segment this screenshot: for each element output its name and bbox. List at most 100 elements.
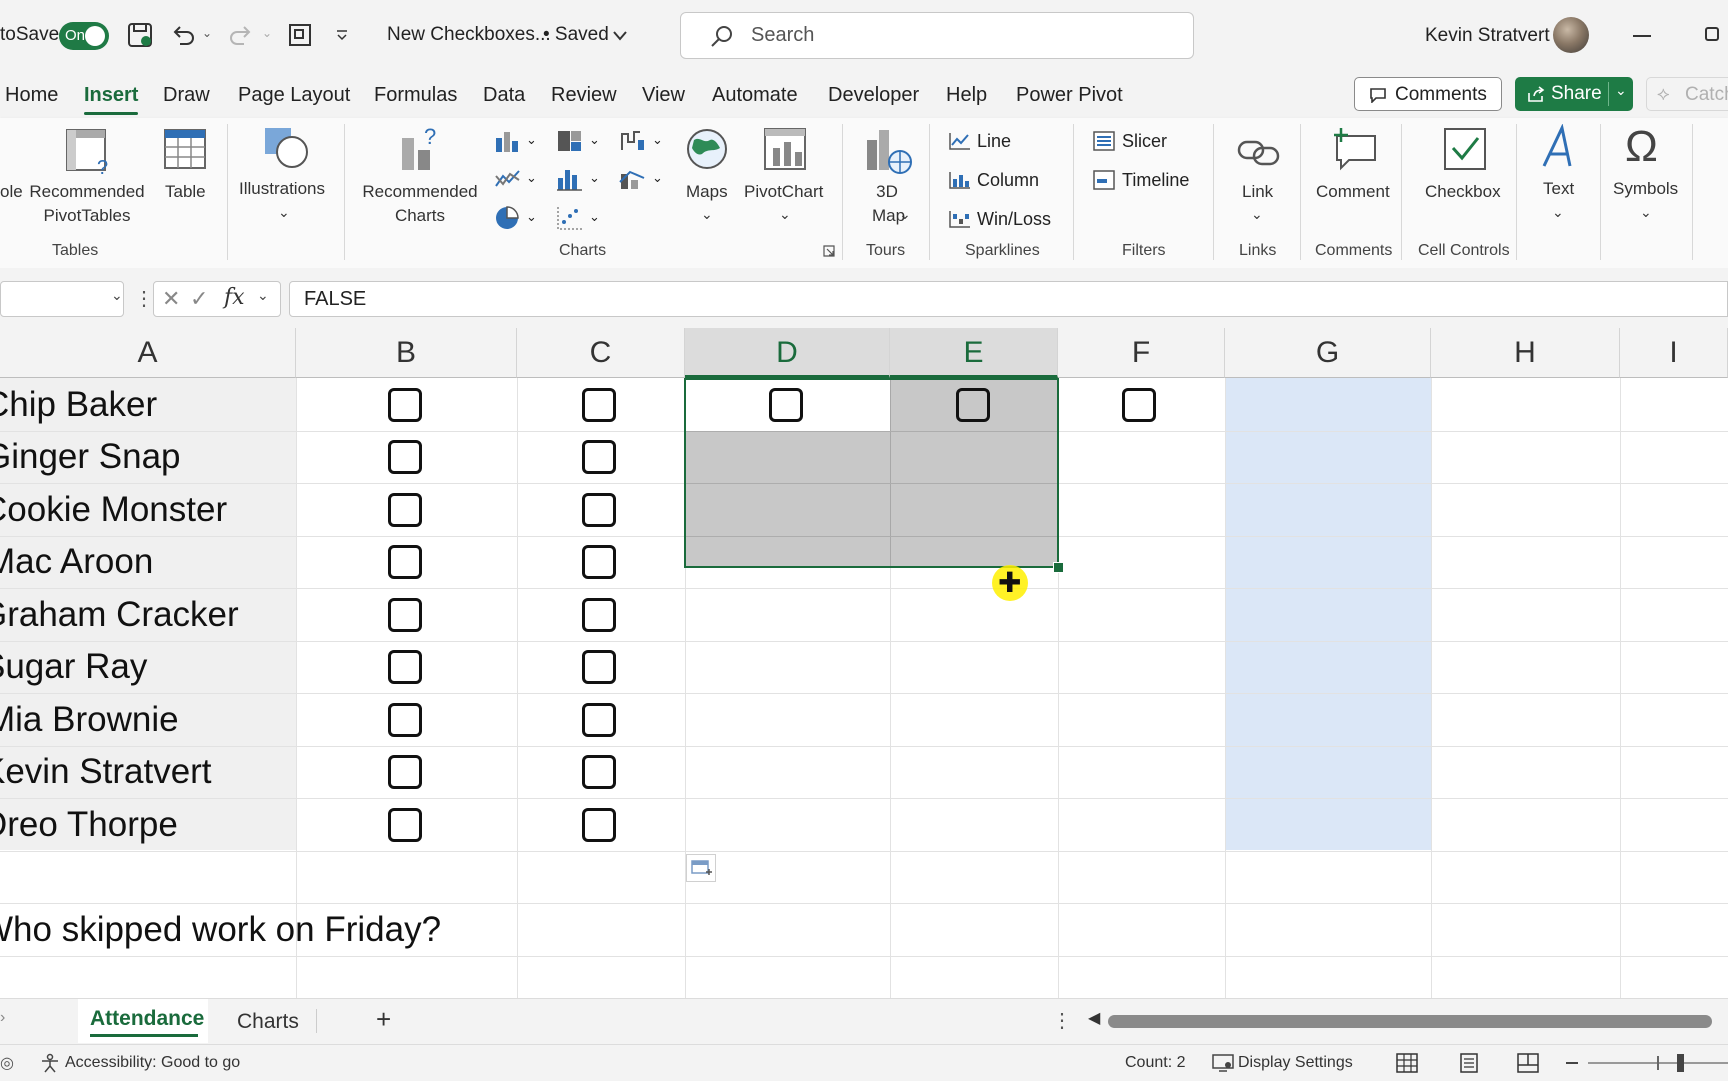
cell-a3-name[interactable]: Cookie Monster (0, 490, 227, 530)
combo-chart-dropdown-icon[interactable]: ⌄ (652, 170, 663, 186)
cell-a6-name[interactable]: Sugar Ray (0, 647, 147, 687)
save-status[interactable]: • Saved (543, 24, 609, 46)
sparkline-column-icon[interactable] (948, 170, 972, 190)
tab-help[interactable]: Help (946, 84, 987, 107)
autosave-toggle[interactable]: On (59, 22, 109, 50)
page-layout-view-icon[interactable] (1458, 1053, 1480, 1073)
column-header-f[interactable]: F (1058, 328, 1225, 378)
enter-icon[interactable]: ✓ (190, 286, 208, 312)
display-settings-button[interactable]: Display Settings (1238, 1054, 1353, 1072)
tab-page-layout[interactable]: Page Layout (238, 84, 350, 107)
line-chart-icon[interactable] (493, 166, 523, 192)
question-text[interactable]: Who skipped work on Friday? (0, 910, 441, 950)
checkbox-b5[interactable] (388, 598, 422, 632)
page-break-view-icon[interactable] (1517, 1053, 1539, 1073)
table-icon[interactable] (163, 128, 207, 172)
3d-map-dropdown-icon[interactable]: ⌄ (899, 202, 911, 226)
macro-record-icon[interactable]: ◎ (0, 1053, 14, 1073)
selection-border[interactable] (684, 378, 1059, 568)
name-box-dropdown-icon[interactable]: ⌄ (111, 287, 123, 304)
quick-analysis-button[interactable] (686, 854, 716, 882)
formula-input[interactable]: FALSE (289, 281, 1728, 317)
tab-data[interactable]: Data (483, 84, 525, 107)
column-chart-dropdown-icon[interactable]: ⌄ (526, 132, 537, 148)
tab-power-pivot[interactable]: Power Pivot (1016, 84, 1123, 107)
text-dropdown-icon[interactable]: ⌄ (1552, 200, 1564, 224)
maps-button[interactable]: Maps (686, 180, 728, 204)
formula-bar-grip-icon[interactable]: ⋮ (134, 286, 154, 311)
link-button[interactable]: Link (1242, 180, 1273, 204)
cancel-icon[interactable]: ✕ (162, 286, 180, 312)
pivotchart-icon[interactable] (762, 126, 810, 174)
tab-insert[interactable]: Insert (84, 84, 139, 115)
pivottable-partial-label[interactable]: ole (0, 180, 23, 204)
column-header-d[interactable]: D (685, 328, 890, 378)
checkbox-b7[interactable] (388, 703, 422, 737)
checkbox-c9[interactable] (582, 808, 616, 842)
checkbox-c2[interactable] (582, 440, 616, 474)
column-header-a[interactable]: A (0, 328, 296, 378)
column-header-i[interactable]: I (1620, 328, 1728, 378)
sparkline-winloss-button[interactable]: Win/Loss (977, 209, 1051, 230)
name-box[interactable]: ⌄ (0, 281, 124, 317)
checkbox-b2[interactable] (388, 440, 422, 474)
checkbox-c3[interactable] (582, 493, 616, 527)
redo-dropdown-icon[interactable]: ⌄ (262, 26, 272, 40)
cell-a8-name[interactable]: Kevin Stratvert (0, 752, 212, 792)
sparkline-winloss-icon[interactable] (948, 209, 972, 229)
slicer-button[interactable]: Slicer (1122, 131, 1167, 152)
normal-view-icon[interactable] (1396, 1053, 1418, 1073)
checkbox-b1[interactable] (388, 388, 422, 422)
checkbox-c1[interactable] (582, 388, 616, 422)
maps-icon[interactable] (684, 126, 730, 174)
tab-formulas[interactable]: Formulas (374, 84, 457, 107)
column-header-g[interactable]: G (1225, 328, 1431, 378)
tab-draw[interactable]: Draw (163, 84, 210, 107)
cell-a2-name[interactable]: Ginger Snap (0, 437, 181, 477)
cell-a7-name[interactable]: Mia Brownie (0, 700, 179, 740)
avatar[interactable] (1553, 17, 1589, 53)
cell-a1-name[interactable]: Chip Baker (0, 385, 157, 425)
illustrations-icon[interactable] (262, 124, 312, 172)
3d-map-icon[interactable] (864, 126, 914, 174)
recommended-pivottables-icon[interactable]: ? (65, 128, 111, 176)
symbols-button[interactable]: Symbols (1613, 177, 1678, 201)
waterfall-chart-icon[interactable] (618, 128, 648, 154)
chevron-down-icon[interactable] (612, 30, 628, 42)
form-icon[interactable] (287, 22, 313, 48)
sparkline-line-button[interactable]: Line (977, 131, 1011, 152)
checkbox-b3[interactable] (388, 493, 422, 527)
column-header-h[interactable]: H (1431, 328, 1620, 378)
hscroll-left-icon[interactable]: ◀ (1088, 1008, 1100, 1028)
cell-a5-name[interactable]: Graham Cracker (0, 595, 239, 635)
column-chart-icon[interactable] (493, 128, 523, 154)
text-button[interactable]: Text (1543, 177, 1574, 201)
checkbox-c8[interactable] (582, 755, 616, 789)
checkbox-c5[interactable] (582, 598, 616, 632)
illustrations-button[interactable]: Illustrations (239, 177, 325, 201)
checkbox-f1[interactable] (1122, 388, 1156, 422)
illustrations-dropdown-icon[interactable]: ⌄ (278, 200, 290, 224)
sheet-scroll-left-icon[interactable]: › (0, 1009, 5, 1027)
tab-view[interactable]: View (642, 84, 685, 107)
zoom-out-icon[interactable] (1566, 1062, 1578, 1064)
checkbox-b4[interactable] (388, 545, 422, 579)
redo-icon[interactable] (228, 22, 254, 48)
maps-dropdown-icon[interactable]: ⌄ (701, 202, 713, 226)
3d-map-button[interactable]: 3D Map (872, 180, 905, 228)
checkbox-e1[interactable] (956, 388, 990, 422)
new-comment-icon[interactable] (1331, 126, 1381, 172)
insert-function-button[interactable]: fx (224, 285, 245, 310)
tab-home[interactable]: Home (5, 84, 58, 107)
checkbox-b6[interactable] (388, 650, 422, 684)
accessibility-status[interactable]: Accessibility: Good to go (65, 1054, 240, 1072)
undo-icon[interactable] (170, 22, 196, 48)
pivotchart-dropdown-icon[interactable]: ⌄ (779, 202, 791, 226)
pie-chart-icon[interactable] (493, 204, 523, 232)
file-name[interactable]: New Checkboxes... (387, 24, 551, 46)
checkbox-c6[interactable] (582, 650, 616, 684)
comment-button[interactable]: Comment (1316, 180, 1390, 204)
waterfall-chart-dropdown-icon[interactable]: ⌄ (652, 132, 663, 148)
scatter-chart-icon[interactable] (555, 204, 585, 232)
sparkline-line-icon[interactable] (948, 131, 972, 151)
